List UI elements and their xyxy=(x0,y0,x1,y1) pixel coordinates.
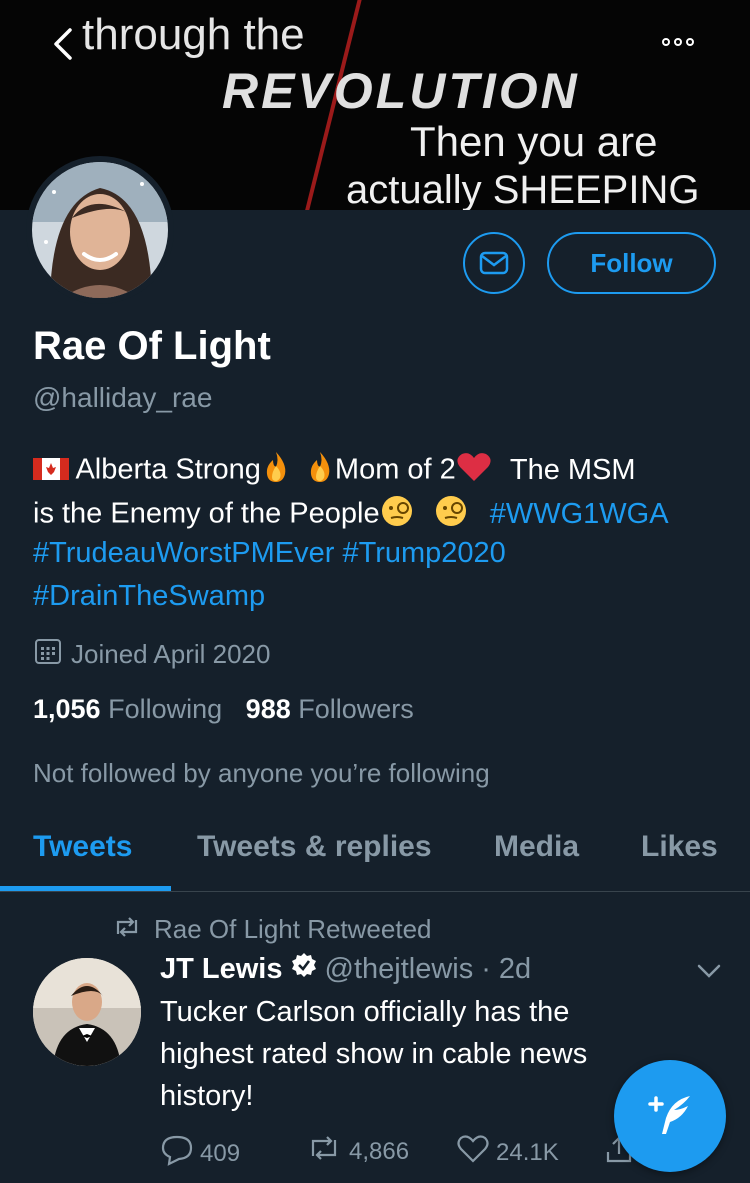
retweet-context: Rae Of Light Retweeted xyxy=(112,914,432,945)
canada-flag-icon xyxy=(33,455,69,488)
bio-text: Mom of 2 xyxy=(334,453,456,486)
banner-text-line3: Then you are xyxy=(410,118,658,165)
fire-emoji-icon xyxy=(305,450,335,492)
bio-text: is the Enemy of the People xyxy=(33,497,380,530)
more-options-icon[interactable] xyxy=(662,30,710,54)
chevron-down-icon[interactable] xyxy=(696,960,722,982)
retweet-button[interactable]: 4,866 xyxy=(305,1134,409,1169)
profile-avatar[interactable] xyxy=(26,156,174,304)
joined-date: Joined April 2020 xyxy=(33,636,270,673)
retweeted-by-text: Rae Of Light Retweeted xyxy=(154,914,432,944)
tweet-text-line: Tucker Carlson officially has the xyxy=(160,996,570,1028)
banner-text-line4: actually SHEEPING xyxy=(346,168,700,210)
tab-likes[interactable]: Likes xyxy=(641,830,718,864)
profile-handle: @halliday_rae xyxy=(33,382,213,413)
back-chevron-icon[interactable] xyxy=(48,24,78,64)
fire-emoji-icon xyxy=(261,450,291,492)
tweet-separator: · xyxy=(481,952,491,985)
bio-line-3: #TrudeauWorstPMEver #Trump2020 xyxy=(33,537,506,570)
hashtag-link[interactable]: #DrainTheSwamp xyxy=(33,580,265,612)
tweet-time[interactable]: 2d xyxy=(499,953,531,986)
following-count: 1,056 xyxy=(33,694,101,724)
follow-button[interactable]: Follow xyxy=(547,232,716,294)
heart-outline-icon xyxy=(456,1134,490,1171)
bio-text: Alberta Strong xyxy=(75,453,261,486)
compose-feather-icon xyxy=(648,1096,690,1134)
tab-divider xyxy=(0,891,750,892)
tab-tweets-and-replies[interactable]: Tweets & replies xyxy=(197,830,432,864)
like-button[interactable]: 24.1K xyxy=(456,1134,559,1171)
tab-media[interactable]: Media xyxy=(494,830,579,864)
reply-button[interactable]: 409 xyxy=(160,1134,240,1173)
mutual-followers-note: Not followed by anyone you’re following xyxy=(33,758,490,788)
hashtag-link[interactable]: #Trump2020 xyxy=(342,537,505,569)
tweet-text-line: history! xyxy=(160,1080,254,1112)
tweet-author-name[interactable]: JT Lewis xyxy=(160,953,283,986)
reply-count: 409 xyxy=(200,1139,241,1167)
tweet-author-avatar[interactable] xyxy=(33,958,141,1066)
joined-text: Joined April 2020 xyxy=(71,639,271,669)
following-link[interactable]: 1,056 Following xyxy=(33,694,222,724)
retweet-count: 4,866 xyxy=(349,1137,410,1165)
hashtag-link[interactable]: #WWG1WGA xyxy=(490,498,669,530)
following-label: Following xyxy=(108,694,223,724)
tweet-header: JT Lewis @thejtlewis · 2d xyxy=(160,952,531,986)
bio-text: The MSM xyxy=(509,453,636,486)
banner-text-line2: REVOLUTION xyxy=(222,63,580,119)
retweet-icon xyxy=(305,1134,343,1169)
verified-badge-icon xyxy=(291,952,317,986)
calendar-icon xyxy=(33,636,63,673)
compose-tweet-button[interactable] xyxy=(614,1060,726,1172)
monocle-face-emoji-icon xyxy=(434,494,468,536)
reply-icon xyxy=(160,1134,194,1173)
tweet-text-line: highest rated show in cable news xyxy=(160,1038,588,1070)
like-count: 24.1K xyxy=(496,1138,559,1166)
envelope-icon xyxy=(479,251,509,275)
bio-line-1: Alberta Strong Mom of 2 The MSM xyxy=(33,450,636,492)
followers-link[interactable]: 988 Followers xyxy=(246,694,414,724)
message-button[interactable] xyxy=(463,232,525,294)
bio-line-2: is the Enemy of the People #WWG1WGA xyxy=(33,494,669,536)
followers-count: 988 xyxy=(245,694,291,724)
tweet-author-handle[interactable]: @thejtlewis xyxy=(325,953,474,986)
retweet-icon xyxy=(112,914,142,945)
tab-tweets[interactable]: Tweets xyxy=(33,830,132,864)
monocle-face-emoji-icon xyxy=(380,494,414,536)
follow-stats: 1,056 Following 988 Followers xyxy=(33,694,414,725)
followers-label: Followers xyxy=(298,694,414,724)
red-heart-emoji-icon xyxy=(456,451,492,491)
profile-name: Rae Of Light xyxy=(33,324,271,368)
banner-text-line1: through the xyxy=(82,10,305,59)
hashtag-link[interactable]: #TrudeauWorstPMEver xyxy=(33,537,334,569)
bio-line-4: #DrainTheSwamp xyxy=(33,580,265,613)
